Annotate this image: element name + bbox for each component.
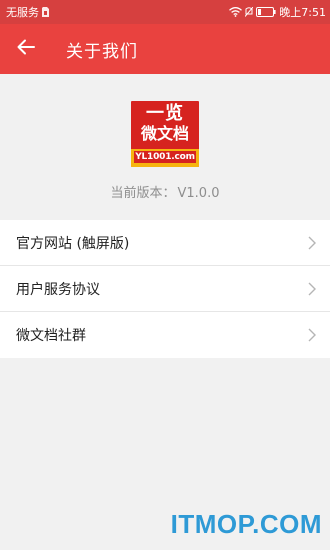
menu-item-label: 用户服务协议 [16,281,100,298]
status-left: 无服务 [6,4,49,20]
logo-line1: 一览 [146,103,184,124]
logo-url: YL1001.com [134,151,196,163]
logo-line2: 微文档 [140,124,189,143]
version-value: V1.0.0 [177,186,220,201]
menu-item-label: 微文档社群 [16,328,86,344]
sim-icon [42,7,49,17]
app-bar: 关于我们 [0,24,330,74]
app-logo: 一览 微文档 YL1001.com [131,101,199,167]
version-line: 当前版本： V1.0.0 [0,182,330,201]
menu-item-user-agreement[interactable]: 用户服务协议 [0,266,330,312]
back-button[interactable] [0,24,52,74]
menu-item-label: 官方网站 (触屏版) [16,235,130,252]
mute-icon [245,7,254,17]
watermark: ITMOP.COM [170,509,322,539]
battery-icon [256,7,276,17]
menu-list: 官方网站 (触屏版) 用户服务协议 微文档社群 [0,220,330,358]
menu-item-official-website[interactable]: 官方网站 (触屏版) [0,220,330,266]
wifi-icon [229,7,243,17]
page-title: 关于我们 [66,41,138,62]
status-bar: 无服务 晚上7:51 [0,0,330,24]
chevron-right-icon [308,282,316,296]
carrier-label: 无服务 [6,6,39,19]
about-section: 一览 微文档 YL1001.com 当前版本： V1.0.0 [0,74,330,220]
chevron-right-icon [308,236,316,250]
time-label: 晚上7:51 [279,6,326,19]
status-right: 晚上7:51 [229,4,326,20]
version-label: 当前版本： [110,186,176,201]
menu-item-community[interactable]: 微文档社群 [0,312,330,358]
chevron-right-icon [308,328,316,342]
arrow-left-icon [17,39,35,59]
